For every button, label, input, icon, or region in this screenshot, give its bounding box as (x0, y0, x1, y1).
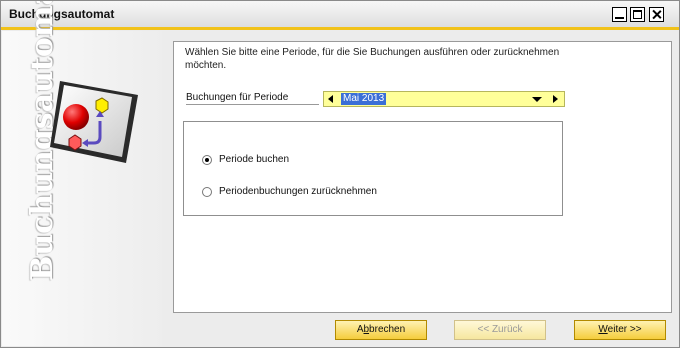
title-bar[interactable]: Buchungsautomat (1, 1, 679, 30)
next-period-icon[interactable] (548, 92, 562, 106)
radio-post-period[interactable] (202, 155, 212, 165)
period-label-underline (186, 104, 319, 105)
wizard-sidebar: Buchungsautomat (2, 1, 162, 346)
cancel-button[interactable]: Abbrechen (335, 320, 427, 340)
option-post-period-label[interactable]: Periode buchen (219, 154, 289, 166)
period-selector[interactable]: Mai 2013 (323, 91, 565, 107)
previous-period-icon[interactable] (324, 92, 338, 106)
period-label: Buchungen für Periode (186, 92, 289, 103)
next-hotkey: W (598, 324, 608, 335)
posting-wizard-window: Buchungsautomat Buchungsautomat Wählen S… (0, 0, 680, 348)
maximize-button[interactable] (630, 7, 645, 22)
posting-mode-group (183, 121, 563, 216)
option-reverse-period-label[interactable]: Periodenbuchungen zurücknehmen (219, 186, 377, 198)
radio-reverse-period[interactable] (202, 187, 212, 197)
instruction-text: Wählen Sie bitte eine Periode, für die S… (185, 47, 560, 71)
back-button[interactable]: << Zurück (454, 320, 546, 340)
chevron-down-icon[interactable] (530, 92, 544, 106)
back-label: << Zurück (477, 324, 523, 335)
cancel-label-rest: brechen (369, 324, 406, 335)
period-value[interactable]: Mai 2013 (341, 93, 387, 105)
next-label-rest: eiter >> (607, 324, 642, 335)
minimize-button[interactable] (612, 7, 627, 22)
posting-automation-icon (50, 81, 138, 163)
close-button[interactable] (649, 7, 664, 22)
next-button[interactable]: Weiter >> (574, 320, 666, 340)
